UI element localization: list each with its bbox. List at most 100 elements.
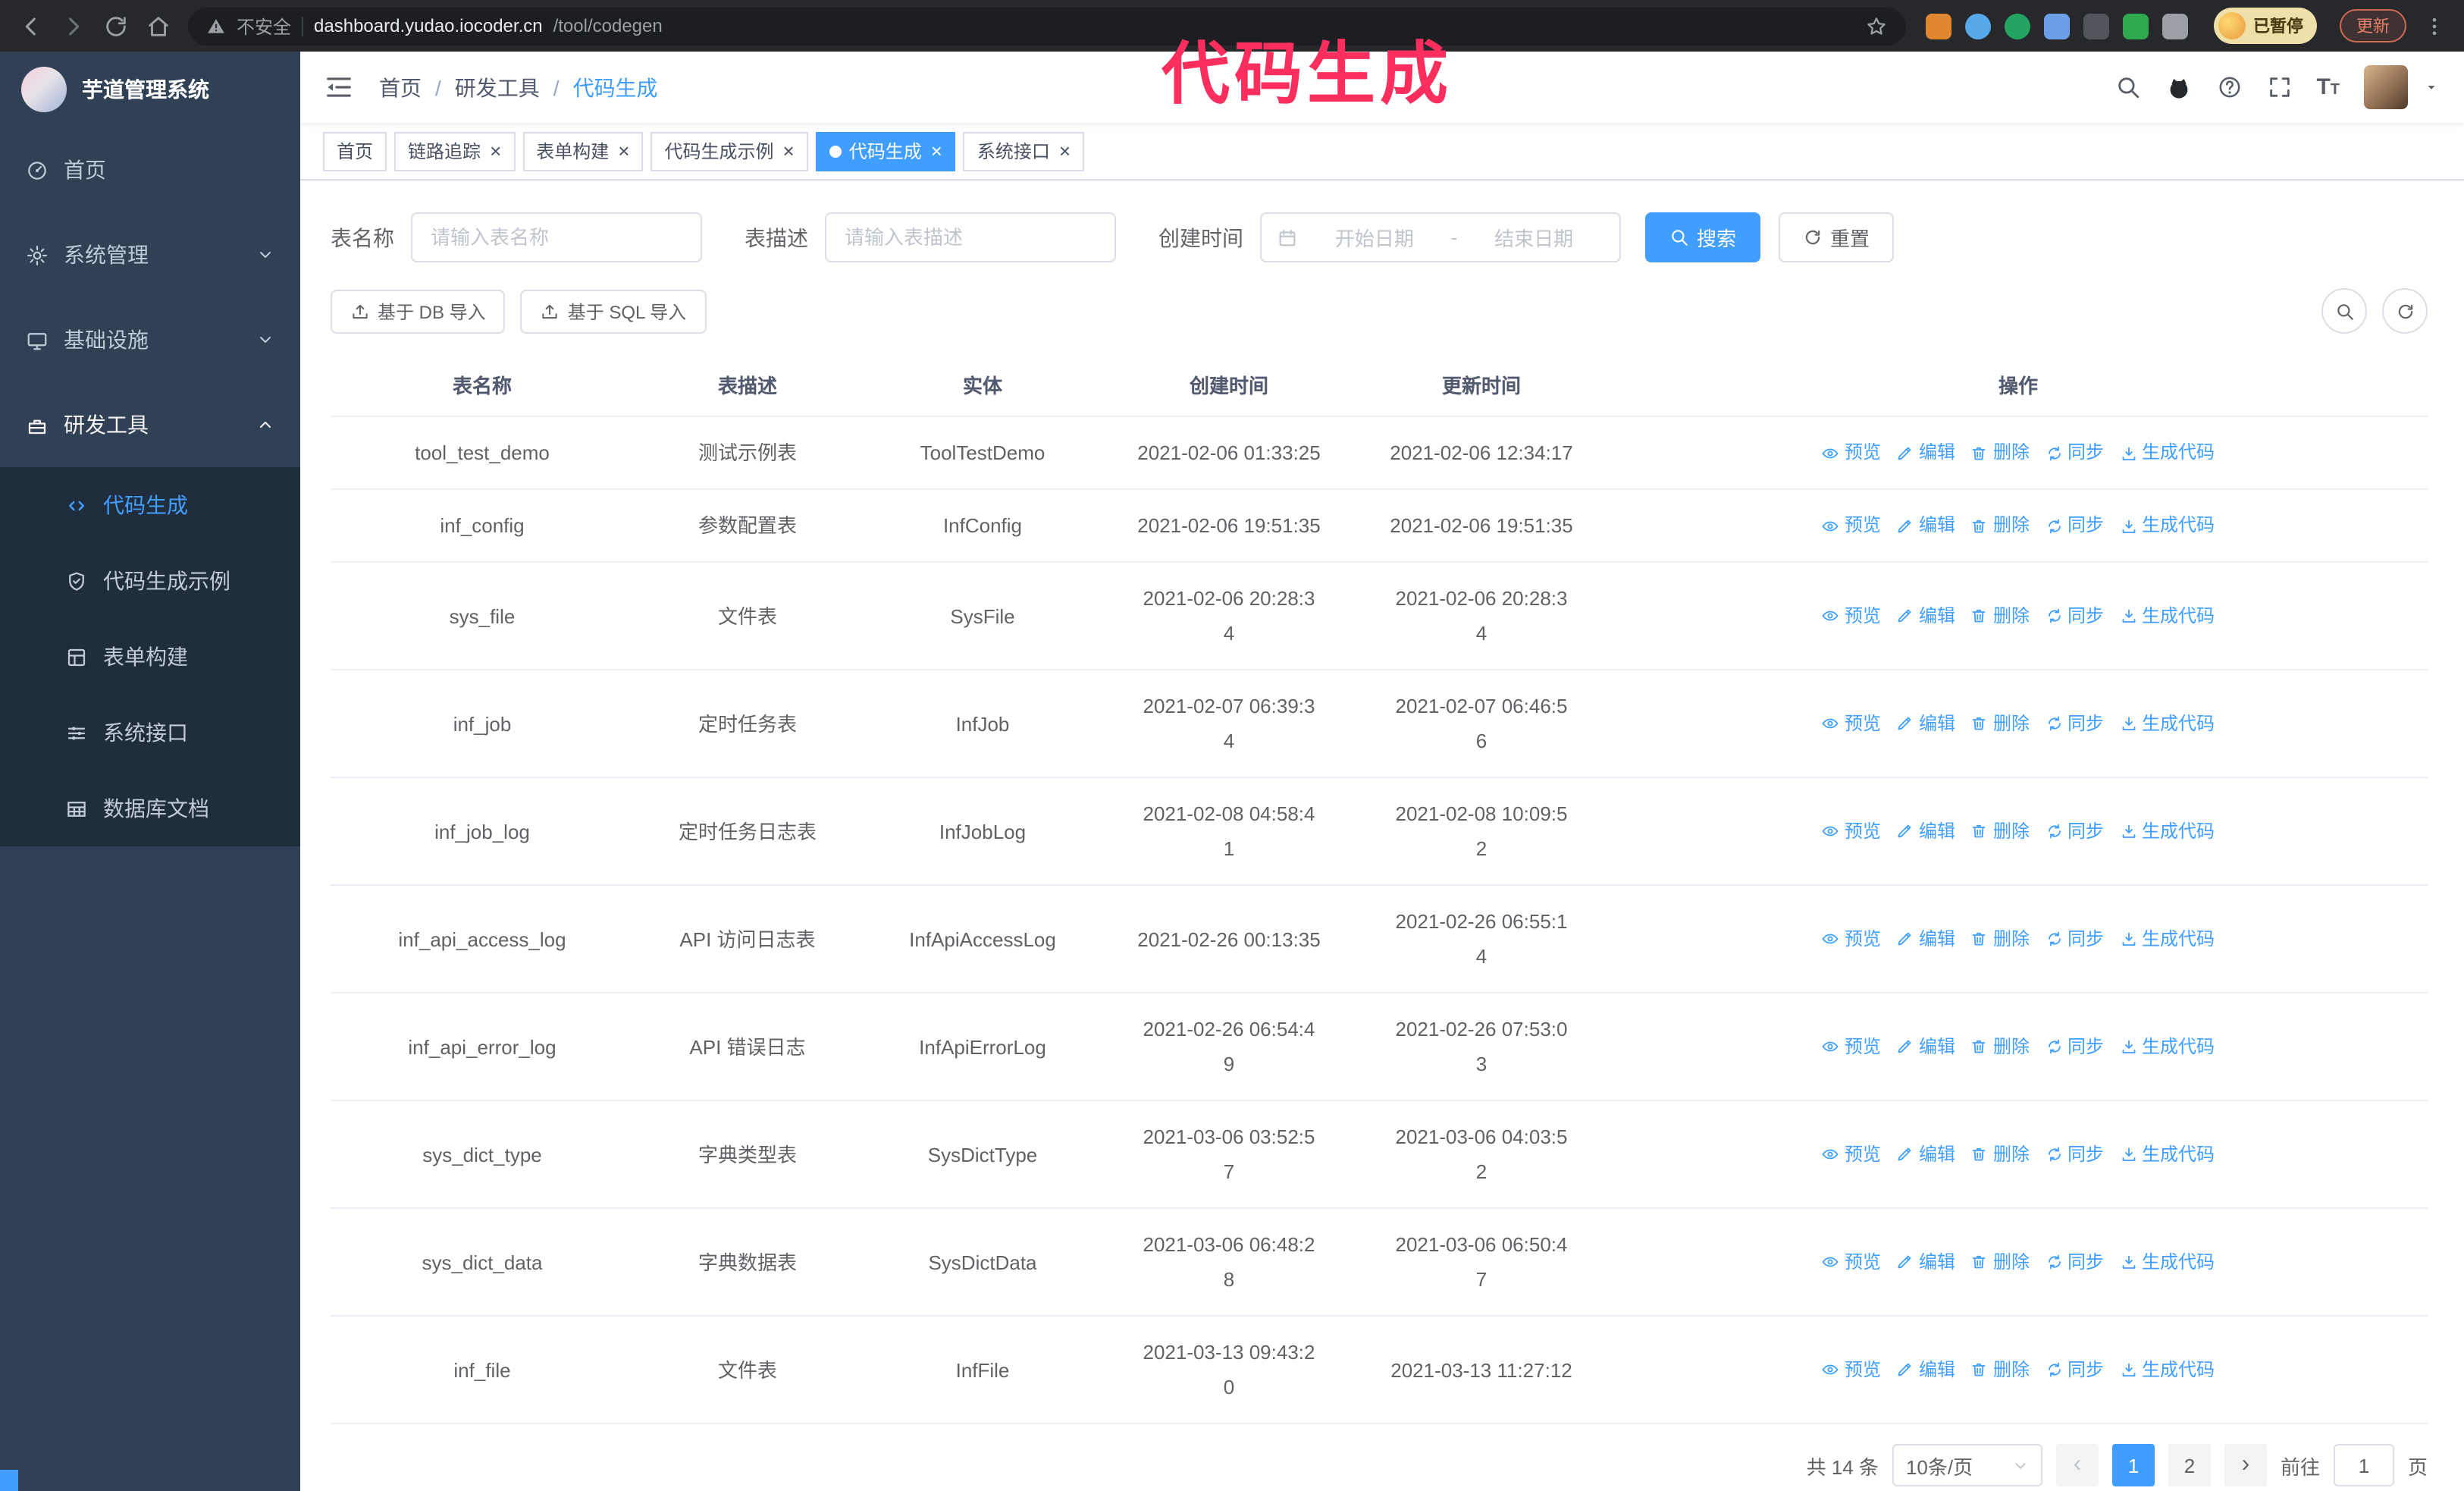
- action-sync[interactable]: 同步: [2045, 435, 2104, 470]
- action-delete[interactable]: 删除: [1970, 814, 2030, 849]
- action-generate[interactable]: 生成代码: [2119, 706, 2215, 741]
- sidebar-item-数据库文档[interactable]: 数据库文档: [0, 771, 300, 846]
- action-preview[interactable]: 预览: [1822, 921, 1881, 956]
- tab-close-icon[interactable]: ×: [783, 141, 795, 161]
- action-delete[interactable]: 删除: [1970, 508, 2030, 543]
- breadcrumb-item[interactable]: 研发工具: [455, 72, 540, 102]
- action-generate[interactable]: 生成代码: [2119, 1352, 2215, 1387]
- action-preview[interactable]: 预览: [1822, 598, 1881, 633]
- action-delete[interactable]: 删除: [1970, 1029, 2030, 1064]
- action-generate[interactable]: 生成代码: [2119, 814, 2215, 849]
- action-generate[interactable]: 生成代码: [2119, 921, 2215, 956]
- action-generate[interactable]: 生成代码: [2119, 435, 2215, 470]
- action-delete[interactable]: 删除: [1970, 1352, 2030, 1387]
- forward-icon[interactable]: [61, 13, 86, 39]
- page-size-select[interactable]: 10条/页: [1892, 1444, 2042, 1486]
- action-delete[interactable]: 删除: [1970, 706, 2030, 741]
- create-time-range-picker[interactable]: 开始日期 - 结束日期: [1260, 212, 1621, 262]
- extension-icon[interactable]: [1965, 13, 1991, 39]
- action-generate[interactable]: 生成代码: [2119, 1245, 2215, 1279]
- action-edit[interactable]: 编辑: [1896, 508, 1955, 543]
- action-generate[interactable]: 生成代码: [2119, 1137, 2215, 1172]
- action-edit[interactable]: 编辑: [1896, 435, 1955, 470]
- action-edit[interactable]: 编辑: [1896, 598, 1955, 633]
- toggle-search-button[interactable]: [2321, 288, 2367, 334]
- action-sync[interactable]: 同步: [2045, 814, 2104, 849]
- action-delete[interactable]: 删除: [1970, 1245, 2030, 1279]
- tab-close-icon[interactable]: ×: [931, 141, 942, 161]
- search-icon[interactable]: [2114, 74, 2140, 100]
- action-sync[interactable]: 同步: [2045, 508, 2104, 543]
- extension-icon[interactable]: [2083, 13, 2109, 39]
- tab-代码生成[interactable]: 代码生成 ×: [815, 131, 956, 171]
- sidebar-item-infra[interactable]: 基础设施: [0, 297, 300, 382]
- goto-page-input[interactable]: [2333, 1444, 2394, 1486]
- help-icon[interactable]: [2216, 74, 2242, 100]
- action-sync[interactable]: 同步: [2045, 1029, 2104, 1064]
- prev-page-button[interactable]: ‹: [2055, 1444, 2099, 1486]
- action-sync[interactable]: 同步: [2045, 921, 2104, 956]
- sidebar-item-home[interactable]: 首页: [0, 127, 300, 212]
- extension-icon[interactable]: [2162, 13, 2188, 39]
- action-generate[interactable]: 生成代码: [2119, 598, 2215, 633]
- tab-首页[interactable]: 首页: [323, 131, 387, 171]
- action-delete[interactable]: 删除: [1970, 1137, 2030, 1172]
- extension-icon[interactable]: [2005, 13, 2030, 39]
- action-edit[interactable]: 编辑: [1896, 1352, 1955, 1387]
- avatar-caret-icon[interactable]: [2423, 79, 2440, 96]
- action-edit[interactable]: 编辑: [1896, 1137, 1955, 1172]
- tab-链路追踪[interactable]: 链路追踪 ×: [394, 131, 516, 171]
- address-bar[interactable]: 不安全 dashboard.yudao.iocoder.cn /tool/cod…: [188, 7, 1906, 45]
- tab-系统接口[interactable]: 系统接口 ×: [963, 131, 1085, 171]
- action-sync[interactable]: 同步: [2045, 1352, 2104, 1387]
- action-preview[interactable]: 预览: [1822, 1029, 1881, 1064]
- action-delete[interactable]: 删除: [1970, 598, 2030, 633]
- action-preview[interactable]: 预览: [1822, 508, 1881, 543]
- table-desc-input[interactable]: [825, 212, 1116, 262]
- tab-代码生成示例[interactable]: 代码生成示例 ×: [650, 131, 808, 171]
- action-generate[interactable]: 生成代码: [2119, 1029, 2215, 1064]
- sidebar-item-系统接口[interactable]: 系统接口: [0, 695, 300, 771]
- tab-close-icon[interactable]: ×: [490, 141, 501, 161]
- sidebar-item-表单构建[interactable]: 表单构建: [0, 619, 300, 695]
- action-edit[interactable]: 编辑: [1896, 814, 1955, 849]
- browser-menu-icon[interactable]: [2423, 14, 2446, 37]
- extension-icon[interactable]: [1926, 13, 1951, 39]
- action-delete[interactable]: 删除: [1970, 435, 2030, 470]
- sidebar-item-代码生成示例[interactable]: 代码生成示例: [0, 543, 300, 619]
- reset-button[interactable]: 重置: [1779, 212, 1895, 262]
- import-sql-button[interactable]: 基于 SQL 导入: [520, 289, 707, 333]
- sidebar-item-system[interactable]: 系统管理: [0, 212, 300, 297]
- action-generate[interactable]: 生成代码: [2119, 508, 2215, 543]
- sidebar-toggle-icon[interactable]: [324, 73, 353, 102]
- refresh-table-button[interactable]: [2382, 288, 2428, 334]
- action-sync[interactable]: 同步: [2045, 1245, 2104, 1279]
- action-preview[interactable]: 预览: [1822, 814, 1881, 849]
- action-preview[interactable]: 预览: [1822, 435, 1881, 470]
- action-edit[interactable]: 编辑: [1896, 921, 1955, 956]
- bookmark-star-icon[interactable]: [1865, 14, 1888, 37]
- action-edit[interactable]: 编辑: [1896, 1029, 1955, 1064]
- action-sync[interactable]: 同步: [2045, 598, 2104, 633]
- fullscreen-icon[interactable]: [2266, 74, 2292, 100]
- search-button[interactable]: 搜索: [1645, 212, 1761, 262]
- back-icon[interactable]: [18, 13, 44, 39]
- table-name-input[interactable]: [411, 212, 702, 262]
- profile-paused-badge[interactable]: 已暂停: [2214, 8, 2317, 44]
- action-sync[interactable]: 同步: [2045, 706, 2104, 741]
- browser-update-button[interactable]: 更新: [2340, 9, 2406, 42]
- import-db-button[interactable]: 基于 DB 导入: [331, 289, 506, 333]
- font-size-icon[interactable]: TT: [2316, 76, 2340, 99]
- tab-close-icon[interactable]: ×: [1059, 141, 1071, 161]
- page-button-1[interactable]: 1: [2111, 1444, 2155, 1486]
- tab-表单构建[interactable]: 表单构建 ×: [522, 131, 644, 171]
- next-page-button[interactable]: ›: [2224, 1444, 2267, 1486]
- extension-icon[interactable]: [2044, 13, 2070, 39]
- home-icon[interactable]: [146, 13, 171, 39]
- page-button-2[interactable]: 2: [2168, 1444, 2211, 1486]
- action-delete[interactable]: 删除: [1970, 921, 2030, 956]
- action-preview[interactable]: 预览: [1822, 1137, 1881, 1172]
- action-preview[interactable]: 预览: [1822, 1352, 1881, 1387]
- user-avatar[interactable]: [2364, 65, 2408, 109]
- action-edit[interactable]: 编辑: [1896, 1245, 1955, 1279]
